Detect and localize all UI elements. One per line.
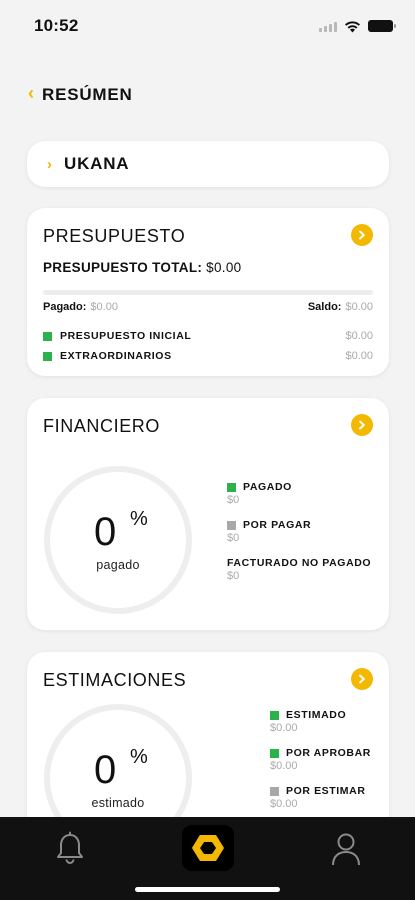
project-selector[interactable]: › UKANA [27, 141, 389, 187]
saldo-label: Saldo: [307, 301, 342, 313]
financiero-detail-button[interactable] [351, 414, 373, 436]
presupuesto-total: PRESUPUESTO TOTAL: $0.00 [43, 260, 241, 275]
legend-facturado-no-pagado: FACTURADO NO PAGADO $0 [227, 557, 371, 582]
presupuesto-inicial-value: $0.00 [345, 330, 373, 342]
presupuesto-detail-button[interactable] [351, 224, 373, 246]
presupuesto-inicial-label: PRESUPUESTO INICIAL [60, 330, 192, 342]
status-icons [319, 20, 396, 33]
presupuesto-title: PRESUPUESTO [43, 226, 186, 246]
legend-estimado-label: ESTIMADO [286, 709, 347, 721]
arrow-right-icon [359, 420, 365, 430]
back-button[interactable]: ‹ RESÚMEN [28, 83, 133, 105]
arrow-right-icon [359, 230, 365, 240]
estimaciones-percent-symbol: % [130, 746, 148, 768]
legend-swatch [43, 331, 52, 341]
estimaciones-title: ESTIMACIONES [43, 670, 187, 690]
saldo-summary: Saldo: $0.00 [308, 301, 373, 313]
home-button[interactable] [182, 825, 234, 871]
legend-pagado-label: PAGADO [243, 481, 292, 493]
legend-pagado: PAGADO $0 [227, 481, 292, 506]
presupuesto-progress-bar [43, 290, 373, 295]
legend-por-estimar-value: $0.00 [270, 798, 298, 810]
chevron-left-icon: ‹ [28, 83, 34, 103]
presupuesto-total-label: PRESUPUESTO TOTAL: [43, 260, 203, 275]
financiero-title: FINANCIERO [43, 416, 161, 436]
home-logo-icon [192, 835, 224, 861]
back-label: RESÚMEN [42, 84, 133, 104]
battery-icon [368, 20, 396, 32]
legend-por-estimar-label: POR ESTIMAR [286, 785, 366, 797]
status-bar: 10:52 [0, 0, 415, 52]
user-icon[interactable] [330, 831, 362, 867]
paid-balance-row: Pagado: $0.00 Saldo: $0.00 [43, 301, 373, 313]
estimaciones-percent: 0 [94, 748, 117, 792]
financiero-percent-symbol: % [130, 508, 148, 530]
legend-por-pagar-label: POR PAGAR [243, 519, 312, 531]
financiero-progress-ring: 0 % pagado [44, 466, 192, 614]
legend-pagado-value: $0 [227, 494, 240, 506]
pagado-summary: Pagado: $0.00 [43, 301, 118, 313]
legend-por-aprobar-label: POR APROBAR [286, 747, 371, 759]
legend-swatch [227, 520, 236, 530]
legend-facturado-label: FACTURADO NO PAGADO [227, 557, 372, 569]
extraordinarios-label: EXTRAORDINARIOS [60, 350, 172, 362]
legend-estimado: ESTIMADO $0.00 [270, 709, 346, 734]
legend-swatch [270, 710, 279, 720]
legend-swatch [270, 786, 279, 796]
legend-por-estimar: POR ESTIMAR $0.00 [270, 785, 366, 810]
estimaciones-caption: estimado [91, 796, 145, 810]
extraordinarios-row: EXTRAORDINARIOS $0.00 [43, 350, 373, 362]
financiero-percent: 0 [94, 510, 117, 554]
cellular-signal-icon [319, 20, 337, 32]
home-indicator [135, 887, 280, 892]
presupuesto-inicial-row: PRESUPUESTO INICIAL $0.00 [43, 330, 373, 342]
saldo-value: $0.00 [345, 301, 373, 313]
legend-swatch [270, 748, 279, 758]
legend-swatch [227, 482, 236, 492]
legend-swatch [43, 351, 52, 361]
estimaciones-detail-button[interactable] [351, 668, 373, 690]
financiero-card: FINANCIERO 0 % pagado PAGADO $0 POR PAGA… [27, 398, 389, 630]
project-name: UKANA [64, 154, 130, 173]
legend-por-pagar-value: $0 [227, 532, 240, 544]
legend-por-aprobar: POR APROBAR $0.00 [270, 747, 371, 772]
legend-por-pagar: POR PAGAR $0 [227, 519, 311, 544]
bell-icon[interactable] [54, 831, 86, 865]
status-time: 10:52 [34, 16, 79, 35]
legend-estimado-value: $0.00 [270, 722, 298, 734]
legend-facturado-value: $0 [227, 570, 240, 582]
pagado-value: $0.00 [90, 301, 118, 313]
wifi-icon [345, 20, 360, 32]
financiero-caption: pagado [96, 558, 140, 572]
presupuesto-card: PRESUPUESTO PRESUPUESTO TOTAL: $0.00 Paga… [27, 208, 389, 376]
chevron-right-icon: › [47, 155, 52, 173]
arrow-right-icon [359, 674, 365, 684]
presupuesto-total-value: $0.00 [206, 260, 242, 275]
pagado-label: Pagado: [43, 301, 87, 313]
tab-bar [0, 817, 415, 900]
legend-por-aprobar-value: $0.00 [270, 760, 298, 772]
extraordinarios-value: $0.00 [345, 350, 373, 362]
